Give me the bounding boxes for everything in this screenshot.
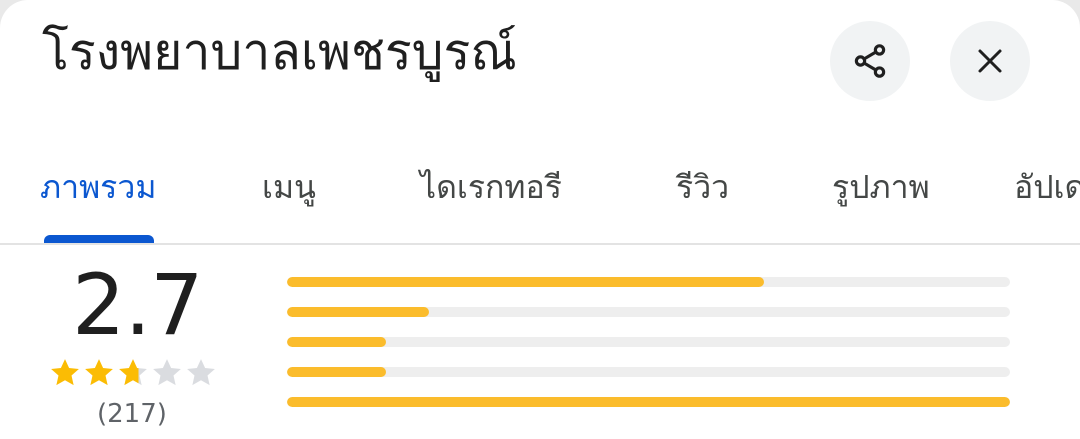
- tabs-divider: [0, 243, 1080, 245]
- close-icon: [978, 49, 1002, 73]
- rating-bar-1-star: [287, 397, 1010, 407]
- share-button[interactable]: [830, 21, 910, 101]
- star-icon: [187, 359, 215, 386]
- rating-value: 2.7: [72, 256, 204, 354]
- rating-bar-2-star: [287, 367, 1010, 377]
- tab-photos[interactable]: รูปภาพ: [832, 162, 930, 213]
- tab-reviews[interactable]: รีวิว: [676, 162, 729, 213]
- rating-bar-4-star: [287, 307, 1010, 317]
- star-icon: [51, 359, 79, 386]
- star-rating: [48, 356, 218, 390]
- place-title: โรงพยาบาลเพชรบูรณ์: [42, 23, 517, 81]
- rating-bar-fill: [287, 397, 1010, 407]
- tab-updates[interactable]: อัปเด: [1014, 162, 1080, 213]
- tab-bar: ภาพรวม เมนู ไดเรกทอรี รีวิว รูปภาพ อัปเด: [0, 140, 1080, 244]
- rating-bar-fill: [287, 367, 387, 377]
- star-icon: [85, 359, 113, 386]
- tab-menu[interactable]: เมนู: [262, 162, 316, 213]
- star-icon: [153, 359, 181, 386]
- tab-overview[interactable]: ภาพรวม: [40, 162, 156, 213]
- share-icon: [854, 44, 886, 78]
- tab-directory[interactable]: ไดเรกทอรี: [420, 162, 562, 213]
- rating-bar-5-star: [287, 277, 1010, 287]
- rating-bar-fill: [287, 307, 430, 317]
- star-icon: [119, 359, 147, 386]
- place-sheet: โรงพยาบาลเพชรบูรณ์ ภาพรวม เมนู ไดเรกทอรี…: [0, 0, 1080, 439]
- close-button[interactable]: [950, 21, 1030, 101]
- rating-bar-fill: [287, 337, 387, 347]
- rating-bar-fill: [287, 277, 765, 287]
- rating-bar-3-star: [287, 337, 1010, 347]
- review-count[interactable]: (217): [97, 399, 167, 429]
